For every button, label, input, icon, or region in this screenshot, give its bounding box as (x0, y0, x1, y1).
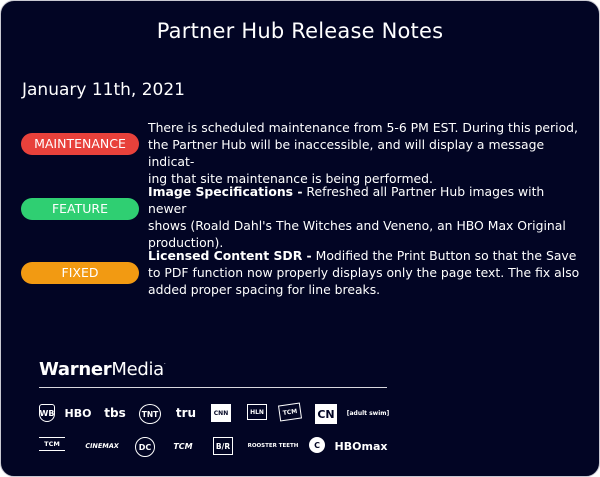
trutv-logo: tru (175, 406, 197, 420)
note-heading: Image Specifications - (148, 184, 303, 199)
page-title: Partner Hub Release Notes (156, 19, 444, 43)
tbs-logo: tbs (104, 406, 126, 420)
hbomax-logo: HBOmax (334, 439, 388, 453)
note-line: shows (Roald Dahl's The Witches and Vene… (148, 218, 566, 233)
adult-swim-logo: [adult swim] (346, 409, 390, 417)
note-line: Modified the Print Button so that the Sa… (311, 248, 577, 263)
wb-logo: WB (39, 404, 55, 422)
hln-logo: HLN (247, 404, 267, 420)
release-note-text: Licensed Content SDR - Modified the Prin… (148, 247, 580, 298)
feature-badge: FEATURE (21, 198, 139, 220)
cnn-logo: CNN (211, 404, 231, 422)
release-note-text: Image Specifications - Refreshed all Par… (148, 183, 580, 251)
tnt-logo: TNT (139, 404, 161, 424)
release-notes-card: Partner Hub Release Notes January 11th, … (0, 0, 600, 477)
note-heading: Licensed Content SDR - (148, 248, 312, 263)
release-note-text: There is scheduled maintenance from 5-6 … (148, 119, 580, 187)
footer-divider (39, 387, 387, 388)
tcm-anniversary-logo: TCM (173, 441, 193, 451)
note-line: the Partner Hub will be inaccessible, an… (148, 137, 545, 169)
release-date: January 11th, 2021 (22, 80, 185, 100)
maintenance-badge: MAINTENANCE (21, 133, 139, 155)
rooster-teeth-logo: ROOSTER TEETH (247, 443, 299, 449)
hbo-logo: HBO (64, 406, 92, 420)
crunchyroll-logo: C (309, 437, 325, 453)
note-line: to PDF function now properly displays on… (148, 265, 580, 280)
bleacher-report-logo: B/R (213, 437, 233, 455)
tcm-logo: TCM (277, 402, 303, 422)
cinemax-logo: CINEMAX (84, 442, 120, 450)
warnermedia-logo: WarnerMedia· (39, 359, 166, 380)
dc-logo: DC (135, 437, 155, 457)
note-line: There is scheduled maintenance from 5-6 … (148, 120, 578, 135)
note-line: added proper spacing for line breaks. (148, 282, 381, 297)
tcm-logo: TCM (39, 437, 65, 451)
cartoon-network-logo: CN (315, 404, 337, 424)
fixed-badge: FIXED (21, 262, 139, 284)
